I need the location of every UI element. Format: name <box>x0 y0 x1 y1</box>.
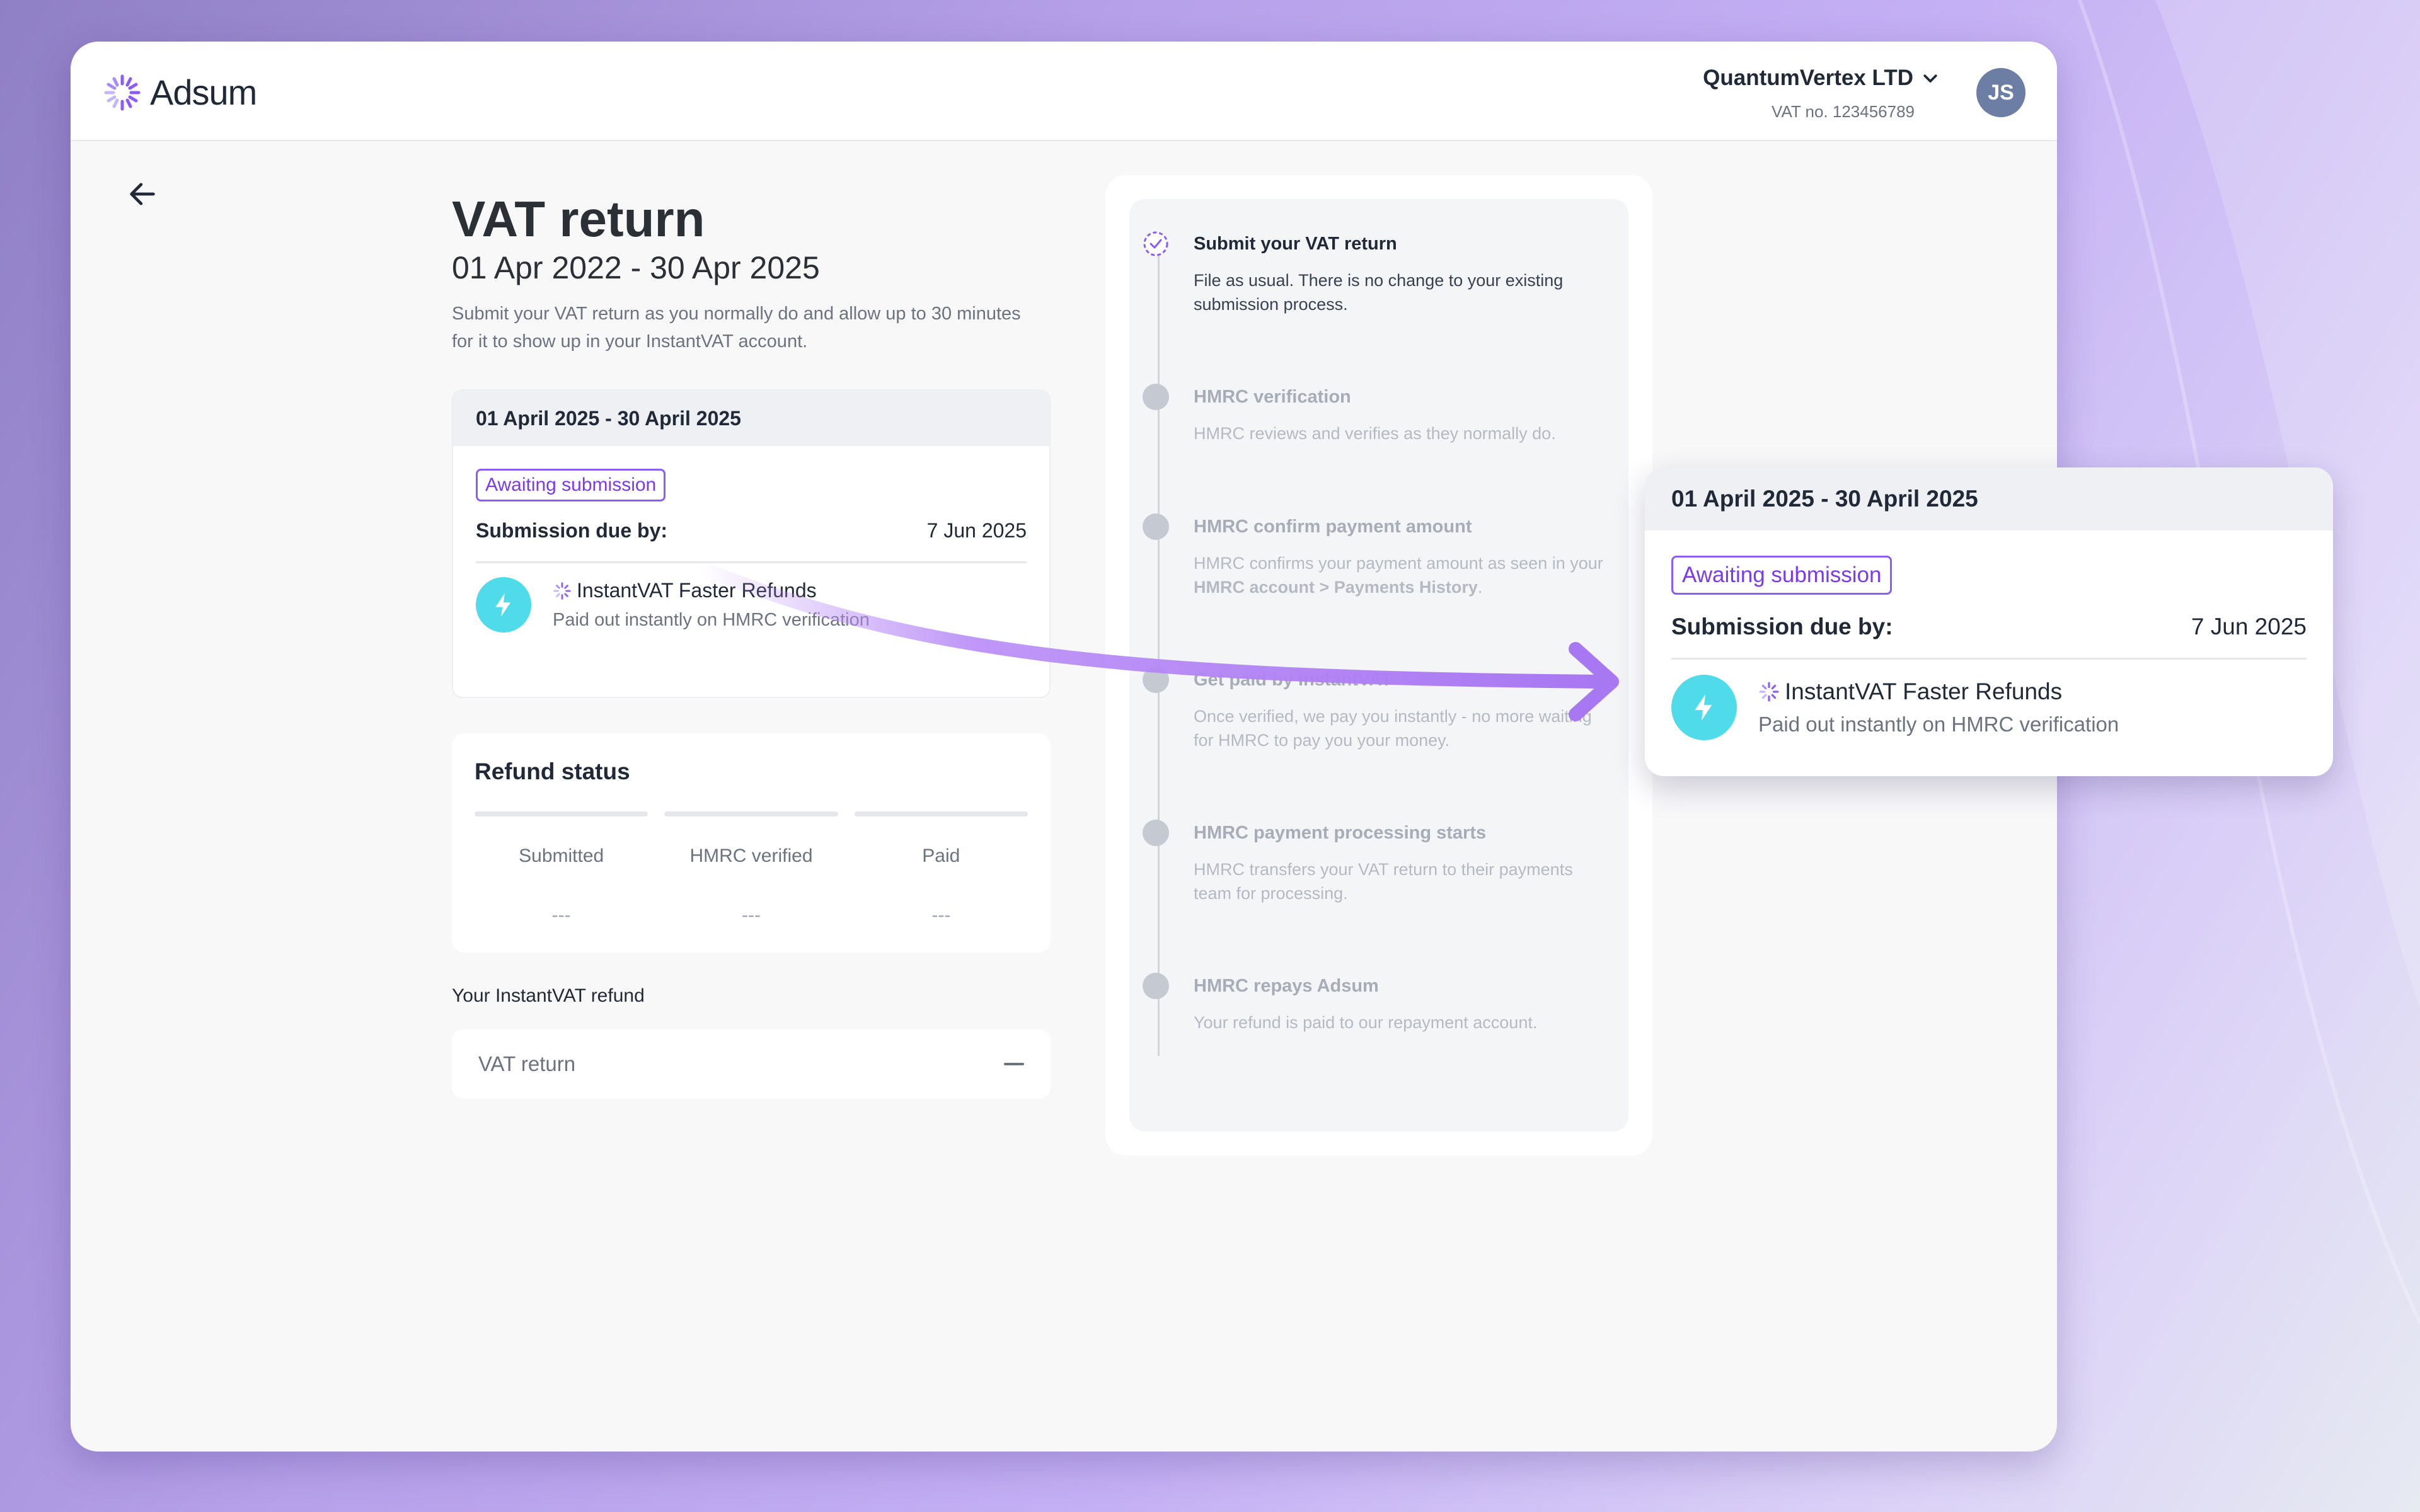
vat-return-row[interactable]: VAT return <box>452 1029 1051 1099</box>
timeline-title: HMRC confirm payment amount <box>1194 517 1472 537</box>
timeline-desc: File as usual. There is no change to you… <box>1194 271 1564 314</box>
status-badge: Awaiting submission <box>1671 556 1893 595</box>
step-bar <box>664 811 838 816</box>
timeline-step-hmrc-verification: HMRC verification HMRC reviews and verif… <box>1143 384 1608 513</box>
avatar[interactable]: JS <box>1976 68 2025 117</box>
page-description: Submit your VAT return as you normally d… <box>452 304 1021 352</box>
feature-subtitle: Paid out instantly on HMRC verification <box>1758 713 2119 736</box>
step-value: --- <box>551 905 571 925</box>
timeline-dot <box>1143 973 1169 999</box>
refund-step-hmrc-verified: HMRC verified --- <box>664 811 838 926</box>
back-button[interactable] <box>124 175 161 213</box>
adsum-logo-icon <box>104 74 141 110</box>
brand-name: Adsum <box>150 72 257 112</box>
timeline-desc: HMRC transfers your VAT return to their … <box>1194 860 1573 903</box>
step-bar <box>475 811 648 816</box>
timeline-dot <box>1143 384 1169 410</box>
top-bar: Adsum QuantumVertex LTD VAT no. 12345678… <box>71 42 2057 141</box>
timeline-dot <box>1143 513 1169 540</box>
timeline-dot <box>1143 667 1169 693</box>
instantvat-spark-icon <box>553 581 571 600</box>
due-date: 7 Jun 2025 <box>2191 614 2307 639</box>
vat-number: VAT no. 123456789 <box>1772 102 1915 121</box>
company-switcher[interactable]: QuantumVertex LTD VAT no. 123456789 <box>1703 66 1940 122</box>
page-title: VAT return <box>452 191 705 247</box>
vat-period-card[interactable]: 01 April 2025 - 30 April 2025 Awaiting s… <box>452 389 1051 698</box>
process-timeline-panel: Submit your VAT return File as usual. Th… <box>1105 175 1652 1155</box>
timeline-step-submit: Submit your VAT return File as usual. Th… <box>1143 231 1608 384</box>
status-badge: Awaiting submission <box>476 469 666 501</box>
step-label: HMRC verified <box>689 845 813 866</box>
chevron-down-icon <box>1923 74 1937 83</box>
refund-status-card: Refund status Submitted --- HMRC verifie… <box>452 733 1051 953</box>
company-name: QuantumVertex LTD <box>1703 66 1913 90</box>
timeline-title: Submit your VAT return <box>1194 234 1397 254</box>
timeline-desc: HMRC reviews and verifies as they normal… <box>1194 424 1556 443</box>
feature-subtitle: Paid out instantly on HMRC verification <box>553 610 870 630</box>
refund-step-paid: Paid --- <box>854 811 1028 926</box>
timeline-step-repays: HMRC repays Adsum Your refund is paid to… <box>1143 973 1608 1034</box>
due-label: Submission due by: <box>476 519 668 542</box>
timeline-desc: HMRC confirms your payment amount as see… <box>1194 554 1603 597</box>
timeline-line <box>1158 249 1160 1056</box>
feature-title: InstantVAT Faster Refunds <box>1785 679 2063 704</box>
brand-logo[interactable]: Adsum <box>102 72 257 113</box>
timeline-desc: Once verified, we pay you instantly - no… <box>1194 707 1592 750</box>
timeline-desc: Your refund is paid to our repayment acc… <box>1194 1013 1538 1032</box>
due-date: 7 Jun 2025 <box>926 519 1027 542</box>
due-label: Submission due by: <box>1671 614 1893 639</box>
step-value: --- <box>931 905 951 925</box>
lightning-icon <box>1671 675 1737 740</box>
vat-return-label: VAT return <box>478 1052 576 1075</box>
timeline-title: HMRC payment processing starts <box>1194 823 1487 843</box>
period-range: 01 April 2025 - 30 April 2025 <box>453 391 1049 446</box>
refund-status-title: Refund status <box>475 759 630 784</box>
timeline-title: Get paid by InstantVAT <box>1194 670 1392 690</box>
lightning-icon <box>476 577 531 633</box>
minus-icon <box>1004 1063 1024 1065</box>
refund-step-submitted: Submitted --- <box>475 811 648 926</box>
timeline-title: HMRC verification <box>1194 387 1351 407</box>
period-range: 01 April 2025 - 30 April 2025 <box>1645 467 2333 530</box>
page-subtitle: 01 Apr 2022 - 30 Apr 2025 <box>452 250 820 285</box>
step-value: --- <box>742 905 761 925</box>
timeline-dot <box>1143 820 1169 846</box>
feature-title: InstantVAT Faster Refunds <box>577 579 817 602</box>
your-refund-label: Your InstantVAT refund <box>452 985 645 1006</box>
timeline-step-confirm-amount: HMRC confirm payment amount HMRC confirm… <box>1143 513 1608 667</box>
divider <box>1671 658 2307 660</box>
divider <box>476 561 1027 563</box>
check-circle-icon <box>1143 231 1168 256</box>
timeline-step-get-paid: Get paid by InstantVAT Once verified, we… <box>1143 667 1608 820</box>
instantvat-spark-icon <box>1759 682 1779 702</box>
timeline-title: HMRC repays Adsum <box>1194 976 1379 996</box>
process-timeline: Submit your VAT return File as usual. Th… <box>1129 199 1628 1131</box>
timeline-step-processing: HMRC payment processing starts HMRC tran… <box>1143 820 1608 973</box>
step-label: Paid <box>922 845 960 866</box>
arrow-left-icon <box>130 183 155 205</box>
zoomed-period-card: 01 April 2025 - 30 April 2025 Awaiting s… <box>1645 467 2333 776</box>
step-label: Submitted <box>519 845 604 866</box>
step-bar <box>854 811 1028 816</box>
